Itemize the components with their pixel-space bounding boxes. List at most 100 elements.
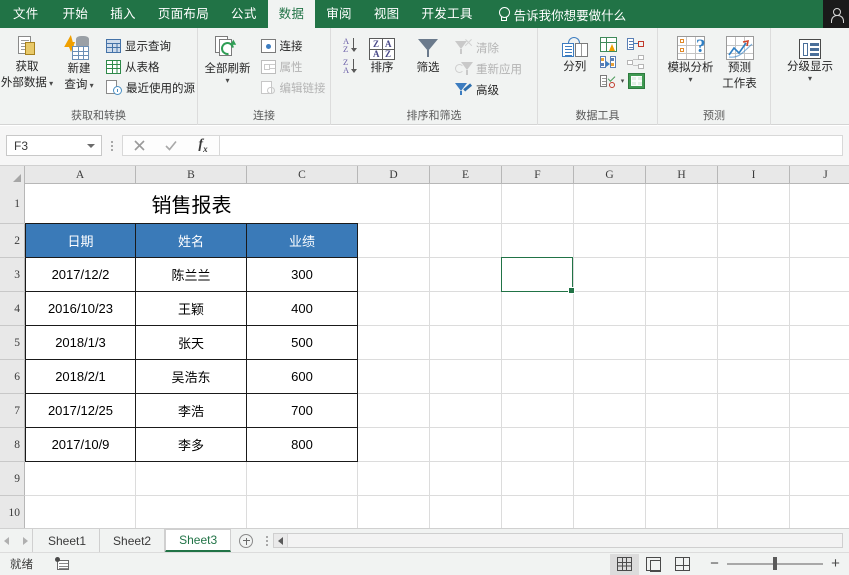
column-header-H[interactable]: H [646,166,718,184]
relationships-icon[interactable] [627,37,644,52]
table-row[interactable]: 2017/12/25 [25,393,136,428]
table-row[interactable]: 李多 [135,427,247,462]
column-header-E[interactable]: E [430,166,502,184]
row-header-3[interactable]: 3 [0,258,25,292]
zoom-slider-thumb[interactable] [773,557,777,570]
normal-view-button[interactable] [610,554,639,575]
ribbon-tab-file[interactable]: 文件 [0,0,52,28]
ribbon-tab-data[interactable]: 数据 [268,0,316,28]
account-button[interactable] [823,0,849,28]
column-header-B[interactable]: B [136,166,247,184]
ribbon-tab-view[interactable]: 视图 [363,0,411,28]
name-box-chevron-down-icon[interactable] [87,144,95,148]
recent-sources-button[interactable]: 最近使用的源 [102,77,199,98]
active-cell-selection[interactable] [501,257,573,292]
formula-input[interactable] [219,135,843,156]
sort-ascending-icon[interactable]: AZ [343,37,359,53]
row-header-2[interactable]: 2 [0,224,25,258]
row-header-4[interactable]: 4 [0,292,25,326]
ribbon-tab-insert[interactable]: 插入 [99,0,147,28]
flash-fill-icon[interactable] [600,37,617,52]
table-row[interactable]: 2016/10/23 [25,291,136,326]
ribbon-tab-home[interactable]: 开始 [52,0,100,28]
zoom-slider[interactable] [727,563,823,565]
table-row[interactable]: 王颖 [135,291,247,326]
sheet-tab-sheet3[interactable]: Sheet3 [165,529,231,552]
row-header-8[interactable]: 8 [0,428,25,462]
add-sheet-button[interactable] [231,529,261,552]
outline-button[interactable]: 分级显示 ▾ [780,32,840,83]
sort-descending-icon[interactable]: ZA [343,58,359,74]
horizontal-scrollbar[interactable] [273,533,843,548]
page-break-view-button[interactable] [668,554,697,575]
from-table-button[interactable]: 从表格 [102,56,199,77]
name-box[interactable]: F3 [6,135,102,156]
remove-duplicates-icon[interactable] [600,55,617,70]
sheet-scroll-grip[interactable] [261,529,273,552]
confirm-formula-button[interactable] [155,136,187,155]
data-validation-chevron-down-icon[interactable]: ▾ [621,77,625,85]
filter-button[interactable]: 筛选 [405,32,451,76]
scroll-left-icon[interactable] [274,534,288,547]
table-row[interactable]: 400 [246,291,358,326]
column-header-F[interactable]: F [502,166,574,184]
next-sheet-icon[interactable] [23,537,28,545]
column-header-G[interactable]: G [574,166,646,184]
zoom-out-button[interactable]: − [709,558,720,570]
tell-me-box[interactable]: 告诉我你想要做什么 [484,0,635,28]
report-title-cell[interactable]: 销售报表 [25,184,358,223]
table-header-name[interactable]: 姓名 [135,223,247,258]
table-row[interactable]: 张天 [135,325,247,360]
table-row[interactable]: 2017/12/2 [25,257,136,292]
table-row[interactable]: 500 [246,325,358,360]
ribbon-tab-page-layout[interactable]: 页面布局 [147,0,220,28]
consolidate-icon[interactable] [628,73,645,89]
table-row[interactable]: 吴浩东 [135,359,247,394]
row-header-1[interactable]: 1 [0,184,25,224]
row-header-7[interactable]: 7 [0,394,25,428]
column-header-C[interactable]: C [247,166,358,184]
column-header-A[interactable]: A [25,166,136,184]
column-header-J[interactable]: J [790,166,849,184]
table-row[interactable]: 2018/1/3 [25,325,136,360]
outline-chevron-down-icon[interactable]: ▾ [808,75,812,83]
connections-button[interactable]: 连接 [257,35,330,56]
table-row[interactable]: 600 [246,359,358,394]
sheet-tab-sheet1[interactable]: Sheet1 [35,529,100,552]
sort-button[interactable]: ZAAZ 排序 [359,32,405,76]
prev-sheet-icon[interactable] [4,537,9,545]
data-validation-icon[interactable] [600,74,617,89]
advanced-filter-button[interactable]: 高级 [451,79,526,100]
what-if-chevron-down-icon[interactable]: ▾ [688,76,692,84]
show-queries-button[interactable]: 显示查询 [102,35,199,56]
column-header-I[interactable]: I [718,166,790,184]
table-header-date[interactable]: 日期 [25,223,136,258]
table-row[interactable]: 700 [246,393,358,428]
what-if-analysis-button[interactable]: ? 模拟分析 ▾ [665,32,717,84]
refresh-all-chevron-down-icon[interactable]: ▾ [225,77,229,85]
ribbon-tab-formulas[interactable]: 公式 [220,0,268,28]
select-all-corner[interactable] [0,166,25,184]
formula-bar-grip[interactable] [102,139,122,153]
ribbon-tab-review[interactable]: 审阅 [315,0,363,28]
get-external-data-button[interactable]: 获取 外部数据 [0,32,56,90]
cancel-formula-button[interactable] [123,136,155,155]
column-header-D[interactable]: D [358,166,430,184]
page-layout-view-button[interactable] [639,554,668,575]
zoom-in-button[interactable]: + [830,558,841,570]
table-row[interactable]: 800 [246,427,358,462]
forecast-sheet-button[interactable]: 预测 工作表 [717,32,763,91]
record-macro-icon[interactable] [55,557,70,571]
table-header-performance[interactable]: 业绩 [246,223,358,258]
table-row[interactable]: 300 [246,257,358,292]
table-row[interactable]: 2018/2/1 [25,359,136,394]
row-header-10[interactable]: 10 [0,496,25,528]
table-row[interactable]: 2017/10/9 [25,427,136,462]
ribbon-tab-developer[interactable]: 开发工具 [410,0,483,28]
text-to-columns-button[interactable]: 分列 [552,32,598,75]
sheet-tab-sheet2[interactable]: Sheet2 [100,529,165,552]
table-row[interactable]: 李浩 [135,393,247,428]
row-header-5[interactable]: 5 [0,326,25,360]
row-header-6[interactable]: 6 [0,360,25,394]
refresh-all-button[interactable]: 全部刷新 ▾ [199,32,257,85]
